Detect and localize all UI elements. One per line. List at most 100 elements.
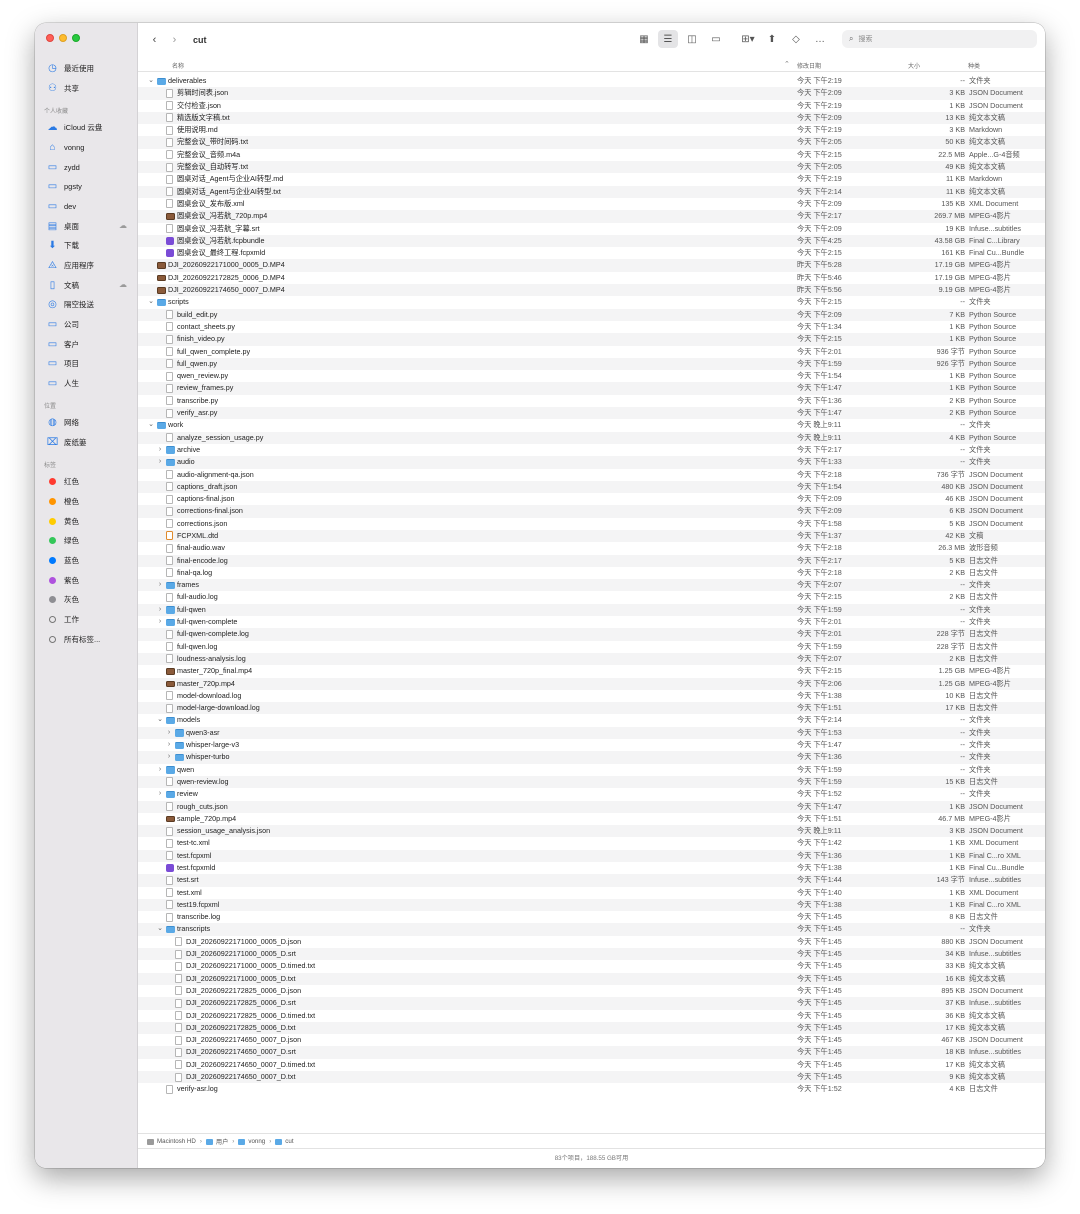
file-row[interactable]: verify-asr.log 今天 下午1:52 4 KB 日志文件 (138, 1083, 1045, 1095)
file-row[interactable]: › qwen 今天 下午1:59 -- 文件夹 (138, 764, 1045, 776)
file-row[interactable]: verify_asr.py 今天 下午1:47 2 KB Python Source (138, 407, 1045, 420)
file-row[interactable]: full-qwen.log 今天 下午1:59 228 字节 日志文件 (138, 641, 1045, 653)
file-row[interactable]: ⌄ models 今天 下午2:14 -- 文件夹 (138, 714, 1045, 726)
group-button[interactable]: ⊞▾ (738, 30, 758, 48)
file-row[interactable]: DJI_20260922172825_0006_D.json 今天 下午1:45 8… (138, 985, 1045, 997)
sidebar-item-fav-5[interactable]: ▤ 桌面 ☁ (35, 216, 137, 236)
file-row[interactable]: 完整会议_带时间码.txt 今天 下午2:05 50 KB 纯文本文稿 (138, 136, 1045, 149)
disclosure-open-icon[interactable]: ⌄ (147, 419, 155, 431)
sidebar-item-top-0[interactable]: ◷ 最近使用 (35, 59, 137, 79)
file-row[interactable]: final-qa.log 今天 下午2:18 2 KB 日志文件 (138, 567, 1045, 579)
file-row[interactable]: 交付检查.json 今天 下午2:19 1 KB JSON Document (138, 100, 1045, 112)
file-row[interactable]: 圆桌会议_最终工程.fcpxmld 今天 下午2:15 161 KB Final Cu… (138, 247, 1045, 259)
file-row[interactable]: DJI_20260922171000_0005_D.txt 今天 下午1:45 16… (138, 972, 1045, 985)
file-row[interactable]: ⌄ work 今天 晚上9:11 -- 文件夹 (138, 419, 1045, 431)
file-row[interactable]: full_qwen.py 今天 下午1:59 926 字节 Python Source (138, 357, 1045, 371)
file-row[interactable]: DJI_20260922174650_0007_D.txt 今天 下午1:45 9 … (138, 1071, 1045, 1084)
file-row[interactable]: model-download.log 今天 下午1:38 10 KB 日志文件 (138, 690, 1045, 702)
disclosure-closed-icon[interactable]: › (156, 616, 164, 628)
file-row[interactable]: › frames 今天 下午2:07 -- 文件夹 (138, 579, 1045, 592)
disclosure-closed-icon[interactable]: › (156, 456, 164, 468)
sidebar-tag-3[interactable]: 绿色 (35, 531, 137, 551)
file-row[interactable]: 圆桌对话_Agent与企业AI转型.md 今天 下午2:19 11 KB Markdo… (138, 173, 1045, 185)
more-button[interactable]: … (810, 30, 830, 48)
file-row[interactable]: analyze_session_usage.py 今天 晚上9:11 4 KB Pyt… (138, 431, 1045, 444)
file-row[interactable]: › archive 今天 下午2:17 -- 文件夹 (138, 444, 1045, 456)
sidebar-item-fav-12[interactable]: ▭ 项目 (35, 354, 137, 374)
sidebar-item-fav-1[interactable]: ⌂ vonng (35, 138, 137, 158)
file-row[interactable]: › full-qwen 今天 下午1:59 -- 文件夹 (138, 603, 1045, 617)
file-row[interactable]: › whisper-large-v3 今天 下午1:47 -- 文件夹 (138, 739, 1045, 751)
path-item[interactable]: cut (275, 1138, 294, 1145)
file-row[interactable]: › audio 今天 下午1:33 -- 文件夹 (138, 456, 1045, 469)
file-row[interactable]: test19.fcpxml 今天 下午1:38 1 KB Final C...ro X… (138, 898, 1045, 912)
sidebar-tag-4[interactable]: 蓝色 (35, 551, 137, 571)
list-view-button[interactable]: ☰ (658, 30, 678, 48)
sidebar-item-loc-1[interactable]: ⌧ 废纸篓 (35, 433, 137, 453)
sidebar-tag-1[interactable]: 橙色 (35, 492, 137, 512)
file-row[interactable]: ⌄ scripts 今天 下午2:15 -- 文件夹 (138, 296, 1045, 308)
share-button[interactable]: ⬆ (762, 30, 782, 48)
file-row[interactable]: corrections.json 今天 下午1:58 5 KB JSON Docume… (138, 518, 1045, 530)
file-row[interactable]: › whisper-turbo 今天 下午1:36 -- 文件夹 (138, 751, 1045, 764)
file-row[interactable]: rough_cuts.json 今天 下午1:47 1 KB JSON Documen… (138, 800, 1045, 813)
file-row[interactable]: 使用说明.md 今天 下午2:19 3 KB Markdown (138, 124, 1045, 136)
file-row[interactable]: 完整会议_自动转写.txt 今天 下午2:05 49 KB 纯文本文稿 (138, 161, 1045, 174)
file-row[interactable]: 完整会议_音频.m4a 今天 下午2:15 22.5 MB Apple...G-4音频 (138, 149, 1045, 161)
disclosure-open-icon[interactable]: ⌄ (156, 714, 164, 726)
file-row[interactable]: 圆桌会议_发布版.xml 今天 下午2:09 135 KB XML Document (138, 198, 1045, 210)
sidebar-item-fav-13[interactable]: ▭ 人生 (35, 374, 137, 394)
file-row[interactable]: DJI_20260922171000_0005_D.srt 今天 下午1:45 34… (138, 948, 1045, 961)
sidebar-tag-6[interactable]: 灰色 (35, 590, 137, 610)
file-row[interactable]: DJI_20260922174650_0007_D.srt 今天 下午1:45 18… (138, 1046, 1045, 1059)
file-row[interactable]: DJI_20260922174650_0007_D.MP4 昨天 下午5:56 9.… (138, 284, 1045, 297)
file-row[interactable]: qwen_review.py 今天 下午1:54 1 KB Python Source (138, 370, 1045, 382)
disclosure-closed-icon[interactable]: › (165, 751, 173, 763)
file-row[interactable]: › full-qwen-complete 今天 下午2:01 -- 文件夹 (138, 616, 1045, 628)
sidebar-item-fav-8[interactable]: ▯ 文稿 ☁ (35, 275, 137, 295)
sidebar-item-fav-0[interactable]: ☁ iCloud 云盘 (35, 118, 137, 138)
file-row[interactable]: 圆桌会议_冯若航_720p.mp4 今天 下午2:17 269.7 MB MPEG-4… (138, 210, 1045, 223)
file-row[interactable]: transcribe.py 今天 下午1:36 2 KB Python Source (138, 395, 1045, 407)
file-row[interactable]: DJI_20260922172825_0006_D.srt 今天 下午1:45 37… (138, 997, 1045, 1010)
column-kind[interactable]: 种类 (968, 61, 980, 70)
file-row[interactable]: test.srt 今天 下午1:44 143 字节 Infuse...subtitle… (138, 874, 1045, 887)
file-row[interactable]: final-encode.log 今天 下午2:17 5 KB 日志文件 (138, 554, 1045, 567)
sidebar-item-loc-0[interactable]: ◍ 网络 (35, 413, 137, 433)
sidebar-tag-2[interactable]: 黄色 (35, 511, 137, 531)
file-row[interactable]: full-audio.log 今天 下午2:15 2 KB 日志文件 (138, 591, 1045, 603)
sidebar-tag-5[interactable]: 紫色 (35, 570, 137, 590)
close-button[interactable] (46, 34, 54, 42)
file-row[interactable]: audio-alignment-qa.json 今天 下午2:18 736 字节 JS… (138, 469, 1045, 481)
file-row[interactable]: DJI_20260922174650_0007_D.timed.txt 今天 下午… (138, 1059, 1045, 1071)
sidebar-tag-8[interactable]: 所有标签... (35, 629, 137, 649)
column-date[interactable]: 修改日期 (797, 61, 821, 70)
file-row[interactable]: sample_720p.mp4 今天 下午1:51 46.7 MB MPEG-4影片 (138, 813, 1045, 825)
file-row[interactable]: transcribe.log 今天 下午1:45 8 KB 日志文件 (138, 911, 1045, 923)
file-row[interactable]: › review 今天 下午1:52 -- 文件夹 (138, 788, 1045, 800)
path-item[interactable]: vonng (238, 1138, 265, 1145)
search-field[interactable]: ⌕ 搜索 (842, 30, 1037, 48)
file-row[interactable]: test-tc.xml 今天 下午1:42 1 KB XML Document (138, 837, 1045, 849)
sidebar-item-fav-7[interactable]: ⨻ 应用程序 (35, 256, 137, 276)
disclosure-closed-icon[interactable]: › (156, 579, 164, 591)
zoom-button[interactable] (72, 34, 80, 42)
disclosure-open-icon[interactable]: ⌄ (156, 923, 164, 935)
sidebar-item-fav-10[interactable]: ▭ 公司 (35, 315, 137, 335)
disclosure-closed-icon[interactable]: › (156, 788, 164, 800)
file-row[interactable]: final-audio.wav 今天 下午2:18 26.3 MB 波形音频 (138, 542, 1045, 554)
file-row[interactable]: › qwen3-asr 今天 下午1:53 -- 文件夹 (138, 726, 1045, 740)
file-row[interactable]: master_720p_final.mp4 今天 下午2:15 1.25 GB MPE… (138, 665, 1045, 677)
file-row[interactable]: contact_sheets.py 今天 下午1:34 1 KB Python Sou… (138, 321, 1045, 333)
disclosure-closed-icon[interactable]: › (156, 764, 164, 776)
file-row[interactable]: DJI_20260922172825_0006_D.txt 今天 下午1:45 17… (138, 1021, 1045, 1035)
file-row[interactable]: 精选版文字稿.txt 今天 下午2:09 13 KB 纯文本文稿 (138, 111, 1045, 125)
file-row[interactable]: 圆桌会议_冯若航_字幕.srt 今天 下午2:09 19 KB Infuse...su… (138, 223, 1045, 235)
file-row[interactable]: loudness-analysis.log 今天 下午2:07 2 KB 日志文件 (138, 652, 1045, 666)
disclosure-closed-icon[interactable]: › (156, 604, 164, 616)
file-row[interactable]: DJI_20260922172825_0006_D.timed.txt 今天 下午… (138, 1010, 1045, 1022)
sidebar-item-fav-2[interactable]: ▭ zydd (35, 157, 137, 177)
disclosure-closed-icon[interactable]: › (165, 739, 173, 751)
column-size[interactable]: 大小 (908, 61, 920, 70)
disclosure-closed-icon[interactable]: › (165, 727, 173, 739)
